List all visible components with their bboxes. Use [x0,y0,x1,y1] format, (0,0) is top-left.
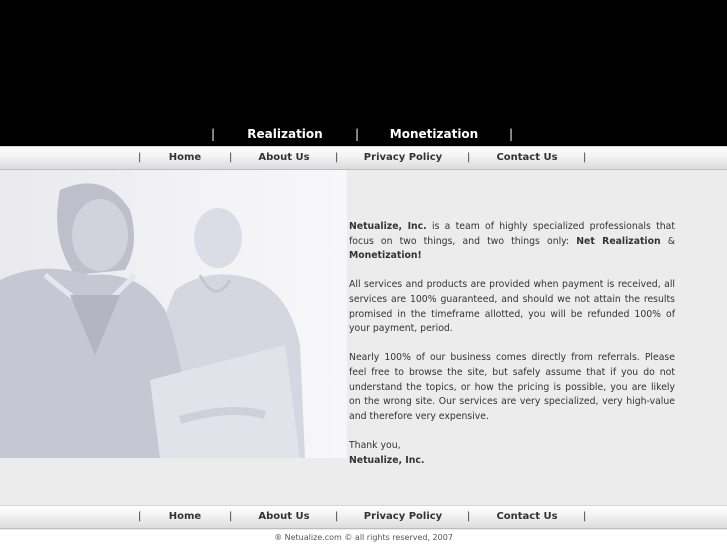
nav-separator: | [355,127,360,141]
nav-separator: | [211,127,216,141]
nav-separator: | [335,152,339,163]
nav-separator: | [583,511,587,522]
footer-nav-home-link[interactable]: Home [169,506,201,528]
footer-nav-privacy-link[interactable]: Privacy Policy [364,506,442,528]
footer-nav-about-link[interactable]: About Us [258,506,309,528]
nav-separator: | [229,511,233,522]
footer-nav-contact-link[interactable]: Contact Us [496,506,557,528]
nav-contact-link[interactable]: Contact Us [496,147,557,169]
intro-paragraph: Netualize, Inc. is a team of highly spec… [349,220,675,264]
intro-text: Netualize, Inc. is a team of highly spec… [349,220,675,483]
main-nav: | Home | About Us | Privacy Policy | Con… [0,146,727,170]
hero-photo [0,170,347,458]
footer-nav: | Home | About Us | Privacy Policy | Con… [0,505,727,529]
nav-separator: | [335,511,339,522]
nav-about-link[interactable]: About Us [258,147,309,169]
top-nav-realization-link[interactable]: Realization [247,124,322,144]
nav-privacy-link[interactable]: Privacy Policy [364,147,442,169]
nav-separator: | [138,511,142,522]
nav-home-link[interactable]: Home [169,147,201,169]
guarantee-paragraph: All services and products are provided w… [349,279,675,335]
top-nav: | Realization | Monetization | [0,124,727,144]
top-nav-monetization-link[interactable]: Monetization [390,124,478,144]
term-net-realization: Net Realization [576,235,661,247]
nav-separator: | [138,152,142,163]
signature: Netualize, Inc. [349,454,425,466]
nav-separator: | [229,152,233,163]
nav-separator: | [467,152,471,163]
copyright-footer: ® Netualize.com © all rights reserved, 2… [0,530,727,545]
term-monetization: Monetization! [349,250,422,262]
signoff: Thank you, Netualize, Inc. [349,439,675,468]
content-panel-lower [0,458,347,504]
company-name: Netualize, Inc. [349,221,427,232]
business-people-illustration [0,183,305,458]
thanks-text: Thank you, [349,439,401,451]
referrals-paragraph: Nearly 100% of our business comes direct… [349,352,675,422]
nav-separator: | [583,152,587,163]
ampersand: & [660,235,675,247]
nav-separator: | [509,127,514,141]
nav-separator: | [467,511,471,522]
